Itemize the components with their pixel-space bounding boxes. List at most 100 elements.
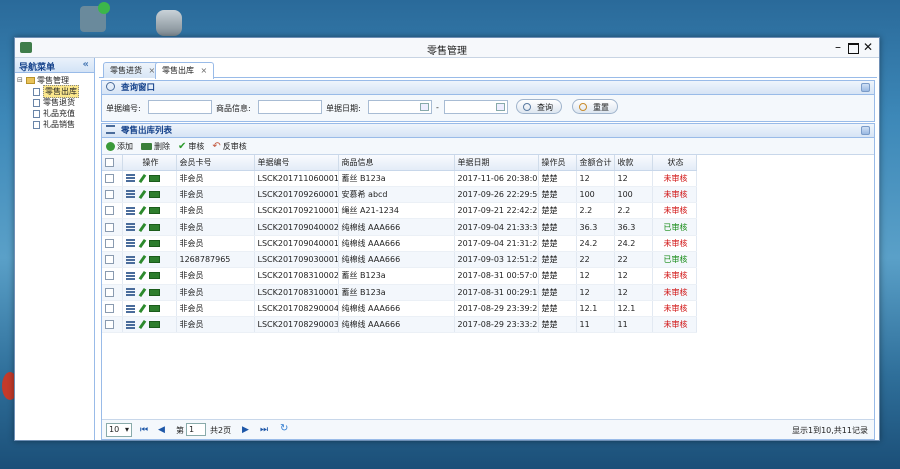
audit-button[interactable]: ✔ 审核: [178, 141, 204, 152]
unaudit-button[interactable]: ↶ 反审核: [212, 141, 246, 152]
table-row[interactable]: 非会员 LSCK201708290003 纯棉线 AAA666 2017-08-29 …: [102, 316, 697, 334]
row-select-cell[interactable]: [102, 267, 123, 285]
detail-icon[interactable]: [125, 271, 135, 280]
edit-icon[interactable]: [138, 173, 146, 183]
start-date-input[interactable]: [368, 100, 432, 114]
row-checkbox[interactable]: [105, 304, 114, 314]
minimize-button[interactable]: –: [831, 40, 845, 54]
tree-item-gift-sales[interactable]: 礼品销售: [17, 119, 94, 130]
panel-collapse-icon[interactable]: [861, 126, 870, 135]
delete-row-icon[interactable]: [148, 272, 160, 280]
edit-icon[interactable]: [138, 206, 146, 216]
table-row[interactable]: 非会员 LSCK201709260001 安慕希 abcd 2017-09-26 22…: [102, 186, 697, 204]
tab-retail-purchase[interactable]: 零售进货 ×: [103, 62, 163, 78]
tree-toggle-icon[interactable]: ⊟: [17, 75, 25, 86]
detail-icon[interactable]: [125, 320, 135, 329]
table-row[interactable]: 非会员 LSCK201708310001 蓄丝 B123a 2017-08-31 00…: [102, 284, 697, 301]
edit-icon[interactable]: [138, 303, 146, 314]
row-checkbox[interactable]: [105, 320, 114, 330]
column-header[interactable]: 单据日期: [454, 155, 539, 171]
column-header[interactable]: 金额合计: [576, 155, 615, 171]
table-row[interactable]: 非会员 LSCK201708290004 纯棉线 AAA666 2017-08-29 …: [102, 300, 697, 318]
first-page-icon[interactable]: ⏮: [140, 425, 148, 435]
close-button[interactable]: ✕: [861, 40, 875, 54]
tab-retail-outbound[interactable]: 零售出库 ×: [155, 62, 215, 79]
row-select-cell[interactable]: [102, 202, 123, 220]
row-checkbox[interactable]: [105, 255, 114, 265]
row-select-cell[interactable]: [102, 284, 123, 301]
tree-item-retail-outbound[interactable]: 零售出库: [17, 85, 94, 98]
delete-button[interactable]: 删除: [141, 141, 170, 152]
reset-button[interactable]: 重置: [572, 99, 618, 114]
search-button[interactable]: 查询: [516, 99, 562, 114]
order-no-input[interactable]: [148, 100, 212, 114]
row-checkbox[interactable]: [105, 271, 114, 281]
next-page-icon[interactable]: ▶: [242, 425, 249, 435]
column-header[interactable]: 状态: [652, 155, 697, 171]
detail-icon[interactable]: [125, 206, 135, 215]
row-select-cell[interactable]: [102, 251, 123, 269]
edit-icon[interactable]: [138, 189, 146, 199]
edit-icon[interactable]: [138, 222, 146, 232]
detail-icon[interactable]: [125, 239, 135, 248]
row-checkbox[interactable]: [105, 173, 114, 183]
detail-icon[interactable]: [125, 255, 135, 264]
select-all-checkbox[interactable]: [105, 157, 114, 167]
calendar-icon[interactable]: [496, 103, 505, 111]
delete-row-icon[interactable]: [148, 239, 160, 247]
row-checkbox[interactable]: [105, 222, 114, 232]
column-header[interactable]: 单据编号: [254, 155, 339, 171]
detail-icon[interactable]: [125, 304, 135, 313]
detail-icon[interactable]: [125, 174, 135, 183]
edit-icon[interactable]: [138, 287, 146, 297]
row-checkbox[interactable]: [105, 238, 114, 248]
page-number-input[interactable]: 1: [186, 423, 206, 436]
table-row[interactable]: 非会员 LSCK201711060001 蓄丝 B123a 2017-11-06 20…: [102, 170, 697, 187]
edit-icon[interactable]: [138, 320, 146, 330]
table-row[interactable]: 非会员 LSCK201709040002 纯棉线 AAA666 2017-09-04 …: [102, 218, 697, 236]
page-size-select[interactable]: 10: [106, 423, 132, 437]
end-date-input[interactable]: [444, 100, 508, 114]
detail-icon[interactable]: [125, 288, 135, 297]
edit-icon[interactable]: [138, 271, 146, 281]
row-checkbox[interactable]: [105, 287, 114, 297]
column-header[interactable]: 操作员: [538, 155, 577, 171]
tree-item-gift-recharge[interactable]: 礼品充值: [17, 108, 94, 119]
desktop-database-icon[interactable]: [156, 10, 182, 36]
tab-close-icon[interactable]: ×: [201, 66, 208, 75]
table-row[interactable]: 1268787965 LSCK201709030001 纯棉线 AAA666 2017…: [102, 251, 697, 269]
delete-row-icon[interactable]: [148, 207, 160, 215]
column-header[interactable]: 会员卡号: [176, 155, 255, 171]
delete-row-icon[interactable]: [148, 288, 160, 296]
window-titlebar[interactable]: 零售管理 – ✕: [15, 38, 879, 58]
delete-row-icon[interactable]: [148, 190, 160, 198]
row-select-cell[interactable]: [102, 316, 123, 334]
detail-icon[interactable]: [125, 190, 135, 199]
edit-icon[interactable]: [138, 255, 146, 265]
detail-icon[interactable]: [125, 223, 135, 232]
collapse-icon[interactable]: «: [83, 59, 89, 70]
product-input[interactable]: [258, 100, 322, 114]
row-select-cell[interactable]: [102, 300, 123, 318]
delete-row-icon[interactable]: [148, 305, 160, 313]
tree-item-retail-return[interactable]: 零售退货: [17, 97, 94, 108]
delete-row-icon[interactable]: [148, 256, 160, 264]
delete-row-icon[interactable]: [148, 321, 160, 329]
delete-row-icon[interactable]: [148, 223, 160, 231]
refresh-icon[interactable]: ↻: [280, 423, 288, 434]
row-checkbox[interactable]: [105, 206, 114, 216]
desktop-cart-icon[interactable]: [80, 2, 110, 32]
row-select-cell[interactable]: [102, 186, 123, 204]
table-row[interactable]: 非会员 LSCK201709210001 绳丝 A21-1234 2017-09-21…: [102, 202, 697, 220]
maximize-button[interactable]: [846, 40, 860, 54]
calendar-icon[interactable]: [420, 103, 429, 111]
edit-icon[interactable]: [138, 238, 146, 248]
table-row[interactable]: 非会员 LSCK201709040001 纯棉线 AAA666 2017-09-04 …: [102, 235, 697, 252]
last-page-icon[interactable]: ⏭: [260, 425, 268, 435]
row-select-cell[interactable]: [102, 170, 123, 187]
row-select-cell[interactable]: [102, 235, 123, 252]
add-button[interactable]: 添加: [106, 141, 133, 152]
table-row[interactable]: 非会员 LSCK201708310002 蓄丝 B123a 2017-08-31 00…: [102, 267, 697, 285]
delete-row-icon[interactable]: [148, 174, 160, 182]
select-all-cell[interactable]: [102, 155, 123, 171]
